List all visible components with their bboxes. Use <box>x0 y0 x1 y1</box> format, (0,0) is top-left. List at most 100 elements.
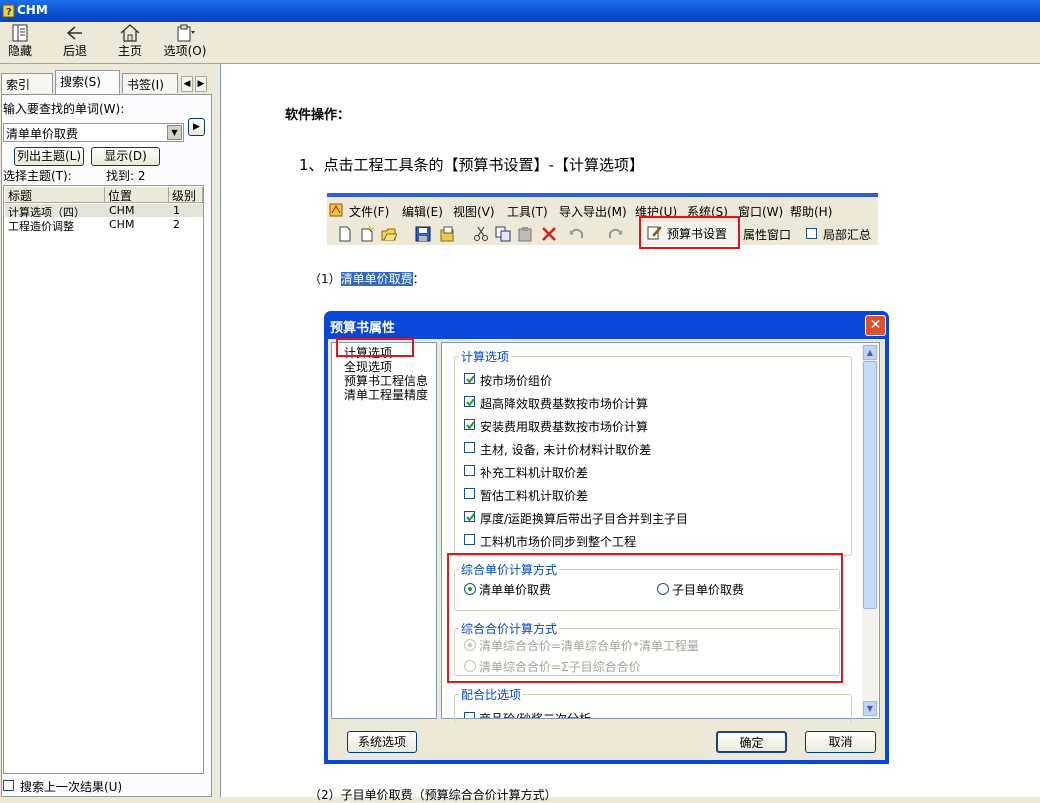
tab-scroll-left-button[interactable]: ◀ <box>181 76 193 92</box>
keyword-label: 输入要查找的单词(W): <box>3 102 125 116</box>
back-button[interactable]: 后退 <box>58 24 92 62</box>
column-header-title[interactable]: 标题 <box>5 187 105 203</box>
option-label: 工料机市场价同步到整个工程 <box>480 535 637 549</box>
checkbox[interactable] <box>464 465 475 476</box>
column-header-rank[interactable]: 级别 <box>169 187 203 203</box>
local-summary-label: 局部汇总 <box>823 228 872 242</box>
cut-icon[interactable] <box>473 226 489 242</box>
new-document-icon[interactable] <box>359 226 375 242</box>
scroll-thumb[interactable] <box>863 361 877 609</box>
chevron-down-icon[interactable]: ▼ <box>167 125 182 140</box>
copy-icon[interactable] <box>495 226 511 242</box>
keyword-arrow-button[interactable]: ▶ <box>188 118 205 136</box>
option-label: 补充工料机计取价差 <box>480 466 589 480</box>
mix-option-clip: 商品砼/砂浆二次分析 <box>442 706 862 718</box>
found-count: 找到: 2 <box>106 169 146 183</box>
table-row[interactable]: 计算选项（四） CHM 1 <box>5 204 203 219</box>
column-header-location[interactable]: 位置 <box>105 187 169 203</box>
undo-icon[interactable] <box>569 226 585 242</box>
back-arrow-icon <box>66 26 82 40</box>
svg-text:?: ? <box>6 7 12 18</box>
checkbox[interactable] <box>464 373 475 384</box>
option-label: 安装费用取费基数按市场价计算 <box>480 420 649 434</box>
calc-options-title: 计算选项 <box>459 348 512 365</box>
local-summary-checkbox[interactable] <box>806 228 817 239</box>
option-label: 超高降效取费基数按市场价计算 <box>480 397 649 411</box>
tab-bookmarks[interactable]: 书签(I) <box>122 73 178 93</box>
sub-item-1: （1）清单单价取费： <box>309 270 425 287</box>
table-row[interactable]: 工程造价调整 CHM 2 <box>5 218 203 233</box>
menu-edit[interactable]: 编辑(E) <box>402 203 443 220</box>
scroll-up-button[interactable]: ▲ <box>863 345 877 360</box>
close-icon[interactable]: ✕ <box>865 315 886 336</box>
checkbox[interactable] <box>464 488 475 499</box>
checkbox[interactable] <box>464 419 475 430</box>
option-label: 厚度/运距换算后带出子目合并到主子目 <box>480 512 689 526</box>
option-label: 按市场价组价 <box>480 374 553 388</box>
redo-icon[interactable] <box>607 226 623 242</box>
options-icon <box>177 24 195 42</box>
menu-view[interactable]: 视图(V) <box>453 203 495 220</box>
row-title: 工程造价调整 <box>8 220 74 233</box>
tree-item-quantity-precision[interactable]: 清单工程量精度 <box>344 386 428 403</box>
options-scrollbar[interactable]: ▲ ▼ <box>862 344 878 717</box>
checkbox[interactable] <box>464 534 475 545</box>
properties-window-button[interactable]: 属性窗口 <box>743 226 791 243</box>
options-label: 选项(O) <box>163 44 207 58</box>
home-button[interactable]: 主页 <box>113 24 147 62</box>
checkbox[interactable] <box>464 511 475 522</box>
hide-button[interactable]: 隐藏 <box>4 24 36 62</box>
row-rank: 1 <box>173 204 180 217</box>
main-toolbar: 隐藏 后退 主页 选项(O) <box>0 22 1040 64</box>
checkbox[interactable] <box>464 442 475 453</box>
tab-scroll-right-button[interactable]: ▶ <box>195 76 207 92</box>
tab-search[interactable]: 搜索(S) <box>55 70 120 94</box>
save-icon[interactable] <box>415 226 431 242</box>
sub-item-1-prefix: （1） <box>309 272 341 286</box>
ok-button[interactable]: 确定 <box>716 731 787 753</box>
annotation-tree-highlight <box>336 338 414 357</box>
section-heading: 软件操作： <box>285 108 351 123</box>
settings-tree: 计算选项 全现选项 预算书工程信息 清单工程量精度 <box>331 342 437 719</box>
mix-options-title: 配合比选项 <box>459 686 524 703</box>
search-previous-checkbox[interactable] <box>3 780 14 791</box>
menu-help[interactable]: 帮助(H) <box>790 203 832 220</box>
cancel-button[interactable]: 取消 <box>805 731 876 753</box>
topic-list: 标题 位置 级别 计算选项（四） CHM 1 工程造价调整 CHM 2 <box>3 185 204 774</box>
navigation-pane: 索引(N) 搜索(S) 书签(I) ◀ ▶ 输入要查找的单词(W): 清单单价取… <box>0 64 214 797</box>
keyword-value: 清单单价取费 <box>6 127 79 141</box>
mix-option-checkbox[interactable] <box>464 712 475 718</box>
hide-label: 隐藏 <box>7 44 32 58</box>
menu-import-export[interactable]: 导入导出(M) <box>559 203 627 220</box>
list-topics-button[interactable]: 列出主题(L) <box>14 147 84 166</box>
search-previous-label: 搜索上一次结果(U) <box>20 780 123 794</box>
help-book-icon: ? <box>2 4 15 18</box>
save-all-icon[interactable] <box>439 226 455 242</box>
annotation-options-highlight <box>447 553 843 683</box>
search-highlight: 清单单价取费 <box>340 272 413 286</box>
menu-file[interactable]: 文件(F) <box>349 203 389 220</box>
options-button[interactable]: 选项(O) <box>162 24 208 62</box>
paste-icon[interactable] <box>517 226 533 242</box>
display-button[interactable]: 显示(D) <box>91 147 160 166</box>
home-icon <box>120 24 140 42</box>
scroll-down-button[interactable]: ▼ <box>863 701 877 716</box>
new-file-icon[interactable] <box>337 226 353 242</box>
select-topic-label: 选择主题(T): <box>3 169 72 183</box>
delete-icon[interactable] <box>541 226 557 242</box>
step-1-text: 1、点击工程工具条的【预算书设置】-【计算选项】 <box>299 156 644 174</box>
checkbox[interactable] <box>464 396 475 407</box>
menu-tools[interactable]: 工具(T) <box>507 203 548 220</box>
keyword-combobox[interactable]: 清单单价取费 ▼ <box>3 123 184 142</box>
title-bar: ? CHM <box>0 0 1040 22</box>
tab-index[interactable]: 索引(N) <box>1 73 53 107</box>
dialog-body: 计算选项 全现选项 预算书工程信息 清单工程量精度 计算选项 按市场价组价 超高… <box>328 339 885 760</box>
option-label: 暂估工料机计取价差 <box>480 489 589 503</box>
menu-window[interactable]: 窗口(W) <box>738 203 783 220</box>
window-title: CHM <box>17 3 48 17</box>
open-folder-icon[interactable] <box>381 226 397 242</box>
hide-pane-icon <box>12 24 28 42</box>
row-rank: 2 <box>173 218 180 231</box>
system-options-button[interactable]: 系统选项 <box>347 731 417 753</box>
sub-item-1-suffix: ： <box>412 272 425 286</box>
